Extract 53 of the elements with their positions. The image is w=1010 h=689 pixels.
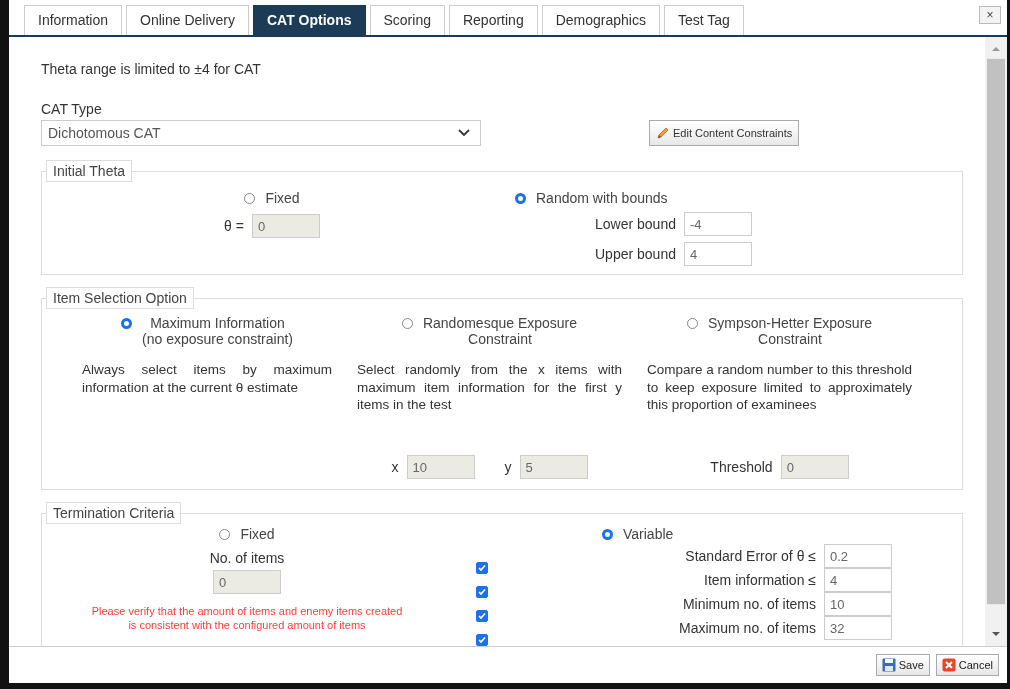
tab[interactable]: Demographics [541, 5, 660, 35]
selection-option-radio[interactable]: Sympson-Hetter Exposure Constraint [686, 315, 873, 347]
theta-label: θ = [224, 218, 244, 234]
tab[interactable]: Reporting [448, 5, 538, 35]
theta-range-notice: Theta range is limited to ±4 for CAT [41, 61, 262, 77]
bound-label: Upper bound [595, 246, 676, 262]
criterion-checkbox[interactable] [476, 562, 488, 574]
cat-type-label: CAT Type [41, 101, 103, 117]
cat-type-select[interactable]: Dichotomous CAT [41, 120, 481, 146]
option-description: Select randomly from the x items with maximum item information for the first y items in the test [357, 361, 622, 415]
selection-option-radio[interactable]: Randomesque Exposure Constraint [401, 315, 578, 347]
criterion-checkbox[interactable] [476, 610, 488, 622]
warning-message: Please verify that the amount of items and enemy items created is consistent with the configured amount of items [90, 604, 404, 633]
bound-label: Lower bound [595, 216, 676, 232]
option-input-label: y [504, 459, 512, 475]
criterion-input[interactable]: 0.2 [824, 544, 892, 568]
bound-input[interactable]: 4 [683, 242, 752, 266]
cancel-button[interactable]: Cancel [935, 654, 999, 676]
criterion-label: Item information ≤ [704, 572, 816, 588]
criterion-input[interactable]: 4 [824, 568, 892, 592]
option-input-label: Threshold [710, 459, 773, 475]
tab[interactable]: Test Tag [663, 5, 744, 35]
option-description: Compare a random number to this threshold to keep exposure limited to approximately this proportion of examinees [647, 361, 912, 415]
criterion-input[interactable]: 10 [824, 592, 892, 616]
fixed-radio[interactable]: Fixed [244, 190, 300, 206]
fixed-radio[interactable]: Fixed [219, 526, 275, 542]
tab[interactable]: CAT Options [253, 5, 366, 35]
no-of-items-label: No. of items [209, 550, 285, 566]
chevron-down-icon [458, 129, 470, 137]
bound-input[interactable]: -4 [683, 212, 752, 236]
close-button[interactable]: × [979, 6, 1001, 24]
tab[interactable]: Online Delivery [126, 5, 249, 35]
close-icon [941, 658, 956, 672]
section-legend: Termination Criteria [46, 502, 182, 524]
option-description: Always select items by maximum information at the current θ estimate [82, 361, 332, 397]
pencil-icon [656, 126, 670, 140]
selection-option-radio[interactable]: Maximum Information (no exposure constraint) [121, 315, 293, 347]
scrollbar[interactable] [985, 37, 1007, 646]
section-legend: Initial Theta [46, 160, 133, 182]
save-button[interactable]: Save [875, 654, 930, 676]
edit-content-constraints-button[interactable]: Edit Content Constraints [649, 120, 800, 146]
option-input-label: x [391, 459, 399, 475]
section-legend: Item Selection Option [46, 287, 194, 309]
criterion-input[interactable]: 32 [824, 616, 892, 640]
criterion-label: Maximum no. of items [679, 620, 816, 636]
tab[interactable]: Scoring [369, 5, 445, 35]
criterion-label: Minimum no. of items [682, 596, 816, 612]
criterion-checkbox[interactable] [476, 634, 488, 646]
random-with-bounds-radio[interactable]: Random with bounds [515, 190, 668, 206]
criterion-label: Standard Error of θ ≤ [685, 548, 816, 564]
variable-radio[interactable]: Variable [602, 526, 962, 542]
tab[interactable]: Information [24, 5, 123, 35]
criterion-checkbox[interactable] [476, 586, 488, 598]
